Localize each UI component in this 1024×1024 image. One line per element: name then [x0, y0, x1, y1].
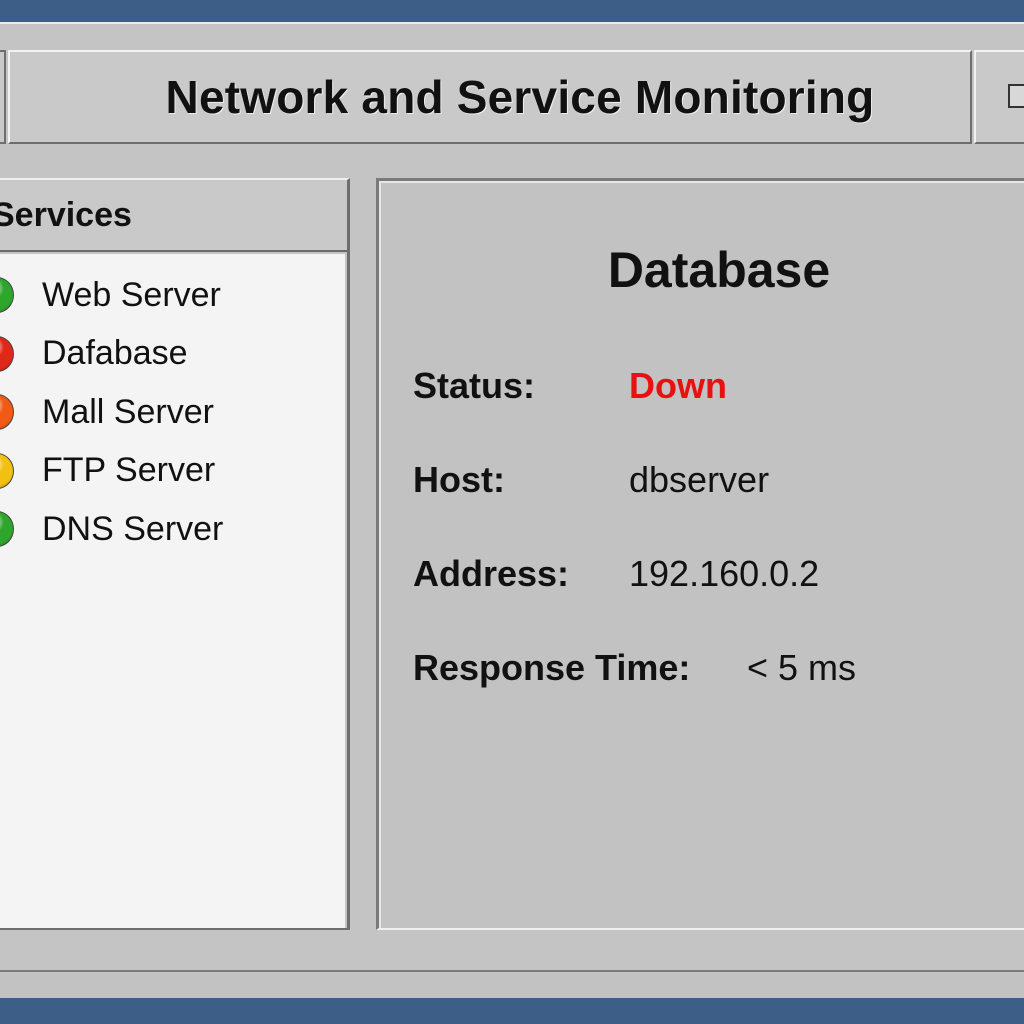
service-item-mail-server[interactable]: Mall Server [0, 383, 345, 442]
service-label: Dafabase [42, 334, 188, 373]
service-item-database[interactable]: Dafabase [0, 325, 345, 384]
monitor-window: Network and Service Monitoring Services … [0, 22, 1024, 998]
address-row: Address: 192.160.0.2 [413, 553, 819, 595]
status-row: Status: Down [413, 365, 727, 407]
status-value: Down [629, 365, 727, 406]
response-time-row: Response Time: < 5 ms [413, 647, 856, 689]
service-item-web-server[interactable]: Web Server [0, 266, 345, 325]
service-detail-panel: Database Status: Down Host: dbserver Add… [376, 178, 1024, 930]
detail-title: Database [607, 242, 831, 298]
status-led-icon [0, 335, 14, 372]
service-item-ftp-server[interactable]: FTP Server [0, 442, 345, 501]
address-value: 192.160.0.2 [629, 553, 820, 594]
services-list: Web Server Dafabase Mall Server FTP Serv… [0, 254, 345, 928]
status-led-icon [0, 277, 14, 314]
title-bar: Network and Service Monitoring [8, 50, 972, 144]
maximize-button[interactable] [1008, 84, 1024, 108]
status-led-icon [0, 394, 14, 431]
service-label: Web Server [42, 275, 221, 314]
host-row: Host: dbserver [413, 459, 769, 501]
status-led-icon [0, 452, 14, 489]
services-header: Services [0, 180, 347, 252]
host-label: Host: [413, 459, 505, 500]
service-label: DNS Server [42, 509, 224, 548]
services-header-label: Services [0, 195, 132, 234]
service-label: FTP Server [42, 451, 216, 490]
status-led-icon [0, 511, 14, 548]
service-item-dns-server[interactable]: DNS Server [0, 500, 345, 559]
status-bar [0, 970, 1024, 998]
service-label: Mall Server [42, 392, 214, 431]
address-label: Address: [413, 553, 570, 594]
services-panel: Services Web Server Dafabase Mall Server… [0, 178, 350, 930]
status-label: Status: [413, 365, 536, 406]
host-value: dbserver [629, 459, 770, 500]
window-title: Network and Service Monitoring [165, 71, 875, 123]
response-time-value: < 5 ms [747, 647, 857, 688]
response-time-label: Response Time: [413, 647, 691, 688]
titlebar-left-cell [0, 50, 6, 144]
titlebar-right-cell [974, 50, 1024, 144]
